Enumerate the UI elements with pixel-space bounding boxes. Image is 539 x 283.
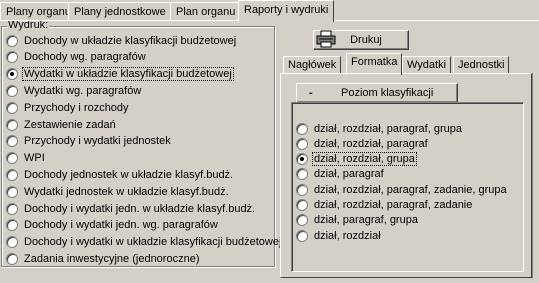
wydruk-option-6[interactable]: Przychody i wydatki jednostek xyxy=(6,134,171,149)
wydruk-option-label: Zadania inwestycyjne (jednoroczne) xyxy=(24,252,200,265)
radio-button-icon[interactable] xyxy=(6,219,18,232)
poziom-option-label: dział, paragraf, grupa xyxy=(314,214,418,227)
wydruk-option-label: Dochody jednostek w układzie klasyf.budż… xyxy=(24,168,234,181)
wydruk-option-label: Dochody i wydatki jedn. wg. paragrafów xyxy=(24,219,218,232)
panel-scroll-edge[interactable] xyxy=(532,73,538,278)
wydruk-option-label: Dochody w układzie klasyfikacji budżetow… xyxy=(24,34,237,47)
wydruk-option-label: Wydatki jednostek w układzie klasyf.budż… xyxy=(24,185,229,198)
wydruk-option-0[interactable]: Dochody w układzie klasyfikacji budżetow… xyxy=(6,33,236,48)
collapse-icon: - xyxy=(309,87,313,99)
poziom-option-label: dział, rozdział, paragraf, zadanie, grup… xyxy=(314,183,507,196)
poziom-option-4[interactable]: dział, rozdział, paragraf, zadanie, grup… xyxy=(296,182,507,197)
wydruk-option-label: Przychody i rozchody xyxy=(24,101,129,114)
wydruk-option-label: WPI xyxy=(24,152,45,165)
tab-jednostki[interactable]: Jednostki xyxy=(453,56,510,74)
poziom-option-label: dział, rozdział, grupa xyxy=(312,152,417,167)
radio-button-icon[interactable] xyxy=(6,68,18,81)
wydruk-option-13[interactable]: Zadania inwestycyjne (jednoroczne) xyxy=(6,251,199,266)
poziom-option-label: dział, paragraf xyxy=(314,168,384,181)
poziom-option-7[interactable]: dział, rozdział xyxy=(296,228,381,243)
radio-button-icon[interactable] xyxy=(6,152,18,165)
printer-icon xyxy=(316,30,336,48)
radio-button-icon[interactable] xyxy=(6,34,18,47)
wydruk-option-1[interactable]: Dochody wg. paragrafów xyxy=(6,50,146,65)
poziom-option-label: dział, rozdział, paragraf, grupa xyxy=(314,122,462,135)
wydruk-groupbox: Wydruk: Dochody w układzie klasyfikacji … xyxy=(1,19,281,267)
poziom-option-6[interactable]: dział, paragraf, grupa xyxy=(296,213,418,228)
wydruk-option-label: Zestawienie zadań xyxy=(24,118,116,131)
poziom-option-label: dział, rozdział, paragraf xyxy=(314,137,428,150)
radio-button-icon[interactable] xyxy=(6,252,18,265)
radio-button-icon[interactable] xyxy=(6,236,18,249)
radio-button-icon[interactable] xyxy=(6,101,18,114)
radio-button-icon[interactable] xyxy=(6,51,18,64)
wydruk-option-7[interactable]: WPI xyxy=(6,151,45,166)
radio-button-icon[interactable] xyxy=(296,153,308,166)
tab-formatka[interactable]: Formatka xyxy=(346,53,403,75)
wydruk-option-10[interactable]: Dochody i wydatki jedn. w układzie klasy… xyxy=(6,201,255,216)
radio-button-icon[interactable] xyxy=(296,122,308,135)
radio-button-icon[interactable] xyxy=(296,214,308,227)
wydruk-option-label: Dochody i wydatki jedn. w układzie klasy… xyxy=(24,202,256,215)
poziom-option-label: dział, rozdział, paragraf, zadanie xyxy=(314,199,473,211)
radio-button-icon[interactable] xyxy=(296,199,308,211)
wydruk-option-label: Wydatki w układzie klasyfikacji budżetow… xyxy=(22,67,234,82)
radio-button-icon[interactable] xyxy=(296,137,308,150)
wydruk-option-3[interactable]: Wydatki wg. paragrafów xyxy=(6,83,141,98)
tab-wydatki[interactable]: Wydatki xyxy=(402,56,452,74)
poziom-option-0[interactable]: dział, rozdział, paragraf, grupa xyxy=(296,121,462,136)
tab-naglowek[interactable]: Nagłówek xyxy=(283,56,342,74)
radio-button-icon[interactable] xyxy=(6,202,18,215)
radio-button-icon[interactable] xyxy=(296,183,308,196)
radio-button-icon[interactable] xyxy=(6,84,18,97)
wydruk-option-label: Wydatki wg. paragrafów xyxy=(24,84,142,97)
wydruk-option-label: Dochody i wydatki w układzie klasyfikacj… xyxy=(24,236,282,249)
drukuj-label: Drukuj xyxy=(350,34,382,46)
wydruk-option-label: Przychody i wydatki jednostek xyxy=(24,135,171,148)
radio-button-icon[interactable] xyxy=(6,185,18,198)
radio-button-icon[interactable] xyxy=(6,168,18,181)
wydruk-option-9[interactable]: Wydatki jednostek w układzie klasyf.budż… xyxy=(6,184,229,199)
wydruk-option-8[interactable]: Dochody jednostek w układzie klasyf.budż… xyxy=(6,167,233,182)
poziom-option-label: dział, rozdział xyxy=(314,229,381,242)
tab-plan-organu[interactable]: Plan organu xyxy=(170,2,242,21)
poziom-option-3[interactable]: dział, paragraf xyxy=(296,167,384,182)
radio-button-icon[interactable] xyxy=(6,118,18,131)
radio-button-icon[interactable] xyxy=(296,168,308,181)
poziom-option-1[interactable]: dział, rozdział, paragraf xyxy=(296,136,428,151)
poziom-option-5[interactable]: dział, rozdział, paragraf, zadanie xyxy=(296,198,472,213)
wydruk-option-12[interactable]: Dochody i wydatki w układzie klasyfikacj… xyxy=(6,235,281,250)
wydruk-option-11[interactable]: Dochody i wydatki jedn. wg. paragrafów xyxy=(6,218,218,233)
top-tab-bar: Plany organu Plany jednostkowe Plan orga… xyxy=(0,0,539,22)
wydruk-option-2[interactable]: Wydatki w układzie klasyfikacji budżetow… xyxy=(6,67,234,82)
radio-button-icon[interactable] xyxy=(296,229,308,242)
radio-button-icon[interactable] xyxy=(6,135,18,148)
poziom-option-2[interactable]: dział, rozdział, grupa xyxy=(296,152,417,167)
wydruk-option-4[interactable]: Przychody i rozchody xyxy=(6,100,129,115)
tab-raporty-i-wydruki[interactable]: Raporty i wydruki xyxy=(238,0,335,22)
poziom-options-box: dział, rozdział, paragraf, grupa dział, r… xyxy=(291,102,524,272)
wydruk-option-label: Dochody wg. paragrafów xyxy=(24,51,146,64)
poziom-klasyfikacji-toggle[interactable]: - Poziom klasyfikacji xyxy=(296,83,458,103)
poziom-klasyfikacji-label: Poziom klasyfikacji xyxy=(341,87,434,99)
wydruk-option-5[interactable]: Zestawienie zadań xyxy=(6,117,116,132)
tab-plany-jednostkowe[interactable]: Plany jednostkowe xyxy=(68,2,172,21)
